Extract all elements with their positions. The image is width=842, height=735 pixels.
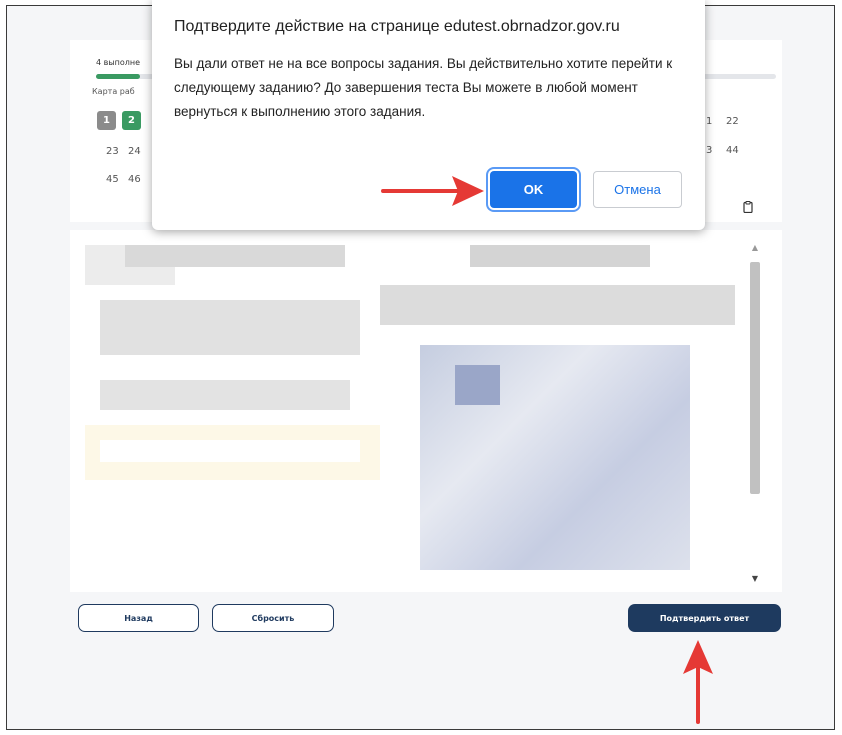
reset-button[interactable]: Сбросить [212,604,334,632]
task-number[interactable]: 23 [106,146,119,157]
blurred-content [100,380,350,410]
progress-bar-fill [96,74,141,79]
task-number[interactable]: 45 [106,174,119,185]
task-number[interactable]: 1 [706,116,712,127]
task-tile-2[interactable]: 2 [122,111,141,130]
clipboard-icon[interactable] [743,201,753,213]
content-scrollbar[interactable]: ▲ ▼ [748,240,762,585]
dialog-title: Подтвердите действие на странице edutest… [174,18,620,35]
task-tile-1[interactable]: 1 [97,111,116,130]
blurred-content [470,245,650,267]
blurred-content [100,300,360,355]
task-number[interactable]: 44 [726,145,739,156]
blurred-content [125,245,345,267]
blurred-content [100,440,360,462]
dialog-message: Вы дали ответ не на все вопросы задания.… [174,56,673,119]
task-number[interactable]: 24 [128,146,141,157]
confirm-answer-button[interactable]: Подтвердить ответ [628,604,781,632]
task-number[interactable]: 3 [706,145,712,156]
ok-button[interactable]: OK [490,171,577,208]
task-content-panel: ▲ ▼ [70,230,782,592]
confirm-dialog: Подтвердите действие на странице edutest… [152,0,705,230]
cancel-button[interactable]: Отмена [593,171,682,208]
task-map-title: Карта раб [92,87,135,96]
scroll-down-arrow-icon[interactable]: ▼ [748,571,762,585]
back-button[interactable]: Назад [78,604,199,632]
scroll-up-arrow-icon[interactable]: ▲ [748,240,762,254]
task-number[interactable]: 46 [128,174,141,185]
progress-text: 4 выполне [96,58,141,67]
blurred-content [380,285,735,325]
scroll-thumb[interactable] [750,262,760,494]
task-number[interactable]: 22 [726,116,739,127]
blurred-image [455,365,500,405]
